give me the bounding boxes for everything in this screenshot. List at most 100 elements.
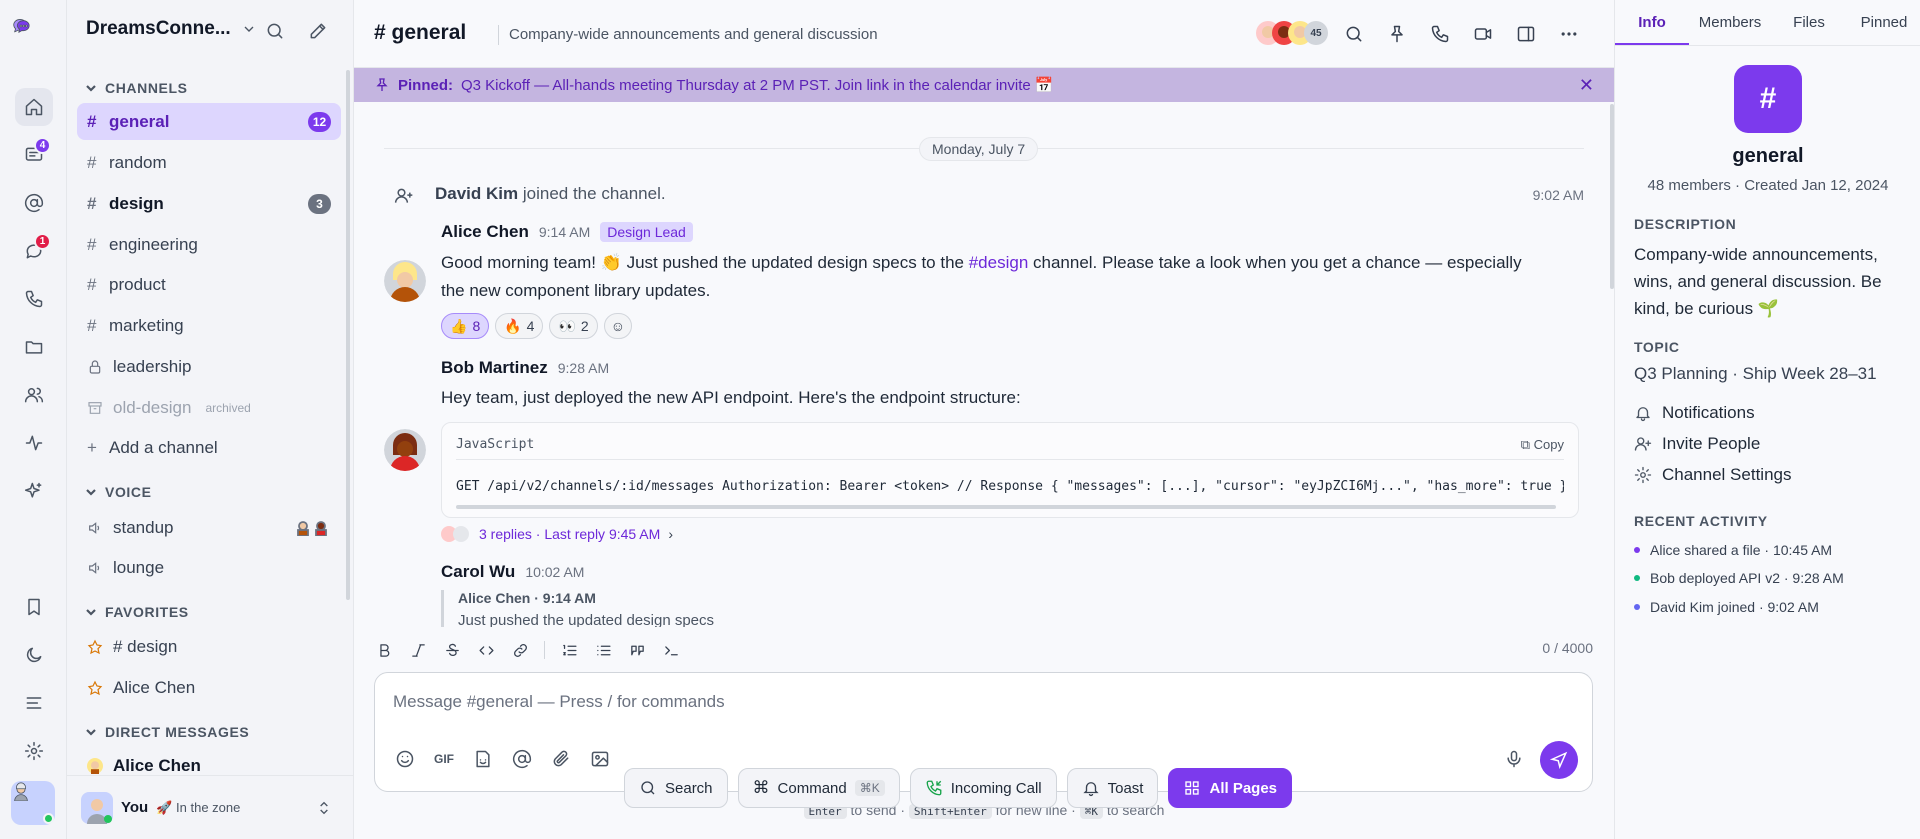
channel-design[interactable]: # design 3 <box>77 185 341 222</box>
channel-product[interactable]: # product <box>77 266 341 303</box>
channel-marketing[interactable]: # marketing <box>77 307 341 344</box>
emoji-icon[interactable] <box>393 747 417 771</box>
quote-icon[interactable] <box>627 640 647 660</box>
menu-lines-icon[interactable] <box>15 684 53 722</box>
channel-meta: 48 members · Created Jan 12, 2024 <box>1647 177 1889 194</box>
search-button[interactable]: Search <box>624 768 728 808</box>
user-status-bar[interactable]: You 🚀 In the zone <box>67 775 354 839</box>
video-icon[interactable] <box>1471 22 1495 46</box>
code-scrollbar[interactable] <box>456 505 1556 509</box>
search-icon[interactable] <box>263 19 287 43</box>
channel-settings-link[interactable]: Channel Settings <box>1634 465 1791 485</box>
quoted-message[interactable]: Alice Chen · 9:14 AM Just pushed the upd… <box>441 590 714 627</box>
bold-icon[interactable] <box>374 640 394 660</box>
add-channel-button[interactable]: + Add a channel <box>77 429 341 466</box>
system-user[interactable]: David Kim <box>435 184 518 203</box>
gif-button[interactable]: GIF <box>432 747 456 771</box>
dm-section-header[interactable]: DIRECT MESSAGES <box>85 724 249 740</box>
message-time: 10:02 AM <box>525 564 585 580</box>
code-content[interactable]: GET /api/v2/channels/:id/messages Author… <box>456 479 1564 494</box>
search-icon[interactable] <box>1342 22 1366 46</box>
channel-leadership[interactable]: leadership <box>77 348 341 385</box>
more-icon[interactable] <box>1557 22 1581 46</box>
avatar[interactable] <box>384 260 426 302</box>
bookmark-icon[interactable] <box>15 588 53 626</box>
invite-people-link[interactable]: Invite People <box>1634 434 1760 454</box>
tab-pinned[interactable]: Pinned <box>1847 0 1920 45</box>
message-list[interactable]: Monday, July 7 David Kim joined the chan… <box>354 102 1614 627</box>
favorite-design[interactable]: # design <box>77 628 341 665</box>
dm-icon[interactable]: 1 <box>15 232 53 270</box>
copy-button[interactable]: ⧉ Copy <box>1521 437 1564 453</box>
message-author[interactable]: Bob Martinez <box>441 358 548 378</box>
favorite-alice-chen[interactable]: Alice Chen <box>77 669 341 706</box>
attachment-icon[interactable] <box>549 747 573 771</box>
channel-old-design[interactable]: old-design archived <box>77 389 341 426</box>
composer-placeholder: Message #general — Press / for commands <box>393 692 725 711</box>
send-button[interactable] <box>1540 741 1578 779</box>
settings-icon <box>1634 466 1652 484</box>
moon-icon[interactable] <box>15 636 53 674</box>
add-reaction-icon[interactable]: ☺ <box>603 313 632 339</box>
avatar[interactable] <box>384 429 426 471</box>
activity-icon[interactable] <box>15 424 53 462</box>
expand-icon[interactable] <box>316 800 332 816</box>
bullet-list-icon[interactable] <box>593 640 613 660</box>
reaction-fire[interactable]: 🔥 4 <box>495 313 544 339</box>
ordered-list-icon[interactable] <box>559 640 579 660</box>
settings-icon[interactable] <box>15 732 53 770</box>
pinned-banner[interactable]: Pinned: Q3 Kickoff — All-hands meeting T… <box>354 68 1614 102</box>
all-pages-button[interactable]: All Pages <box>1168 768 1293 808</box>
channel-engineering[interactable]: # engineering <box>77 226 341 263</box>
user-avatar[interactable] <box>11 781 55 825</box>
sidebar-scrollbar[interactable] <box>346 70 350 600</box>
workspace-switcher[interactable]: DreamsConne... <box>86 18 257 40</box>
close-icon[interactable]: ✕ <box>1579 75 1594 96</box>
mention-icon[interactable] <box>510 747 534 771</box>
member-avatars[interactable]: 45 <box>1256 21 1328 45</box>
people-icon[interactable] <box>15 376 53 414</box>
toast-button[interactable]: Toast <box>1066 768 1159 808</box>
incoming-call-button[interactable]: Incoming Call <box>909 768 1057 808</box>
voice-standup[interactable]: standup <box>77 509 341 546</box>
image-icon[interactable] <box>588 747 612 771</box>
reaction-count: 8 <box>472 318 481 334</box>
channel-general[interactable]: # general 12 <box>77 103 341 140</box>
voice-section-header[interactable]: VOICE <box>85 484 152 500</box>
app-logo[interactable] <box>11 16 55 56</box>
channel-random[interactable]: # random <box>77 144 341 181</box>
terminal-icon[interactable] <box>661 640 681 660</box>
channels-section-header[interactable]: CHANNELS <box>85 80 188 96</box>
sticker-icon[interactable] <box>471 747 495 771</box>
pin-icon[interactable] <box>1385 22 1409 46</box>
strikethrough-icon[interactable] <box>442 640 462 660</box>
command-button[interactable]: ⌘ Command ⌘K <box>737 768 900 808</box>
thread-replies[interactable]: 3 replies · Last reply 9:45 AM › <box>441 526 673 542</box>
mention-icon[interactable] <box>15 184 53 222</box>
tab-files[interactable]: Files <box>1771 0 1847 45</box>
tab-info[interactable]: Info <box>1615 0 1689 45</box>
home-icon[interactable] <box>15 88 53 126</box>
tab-members[interactable]: Members <box>1689 0 1771 45</box>
italic-icon[interactable] <box>408 640 428 660</box>
compose-icon[interactable] <box>306 19 330 43</box>
phone-icon[interactable] <box>15 280 53 318</box>
voice-lounge[interactable]: lounge <box>77 549 341 586</box>
folder-icon[interactable] <box>15 328 53 366</box>
panel-toggle-icon[interactable] <box>1514 22 1538 46</box>
notifications-link[interactable]: Notifications <box>1634 403 1755 423</box>
reaction-thumbs-up[interactable]: 👍 8 <box>441 313 490 339</box>
microphone-icon[interactable] <box>1502 747 1526 771</box>
phone-icon[interactable] <box>1428 22 1452 46</box>
favorite-label: # design <box>113 636 178 656</box>
reaction-eyes[interactable]: 👀 2 <box>549 313 598 339</box>
chat-icon[interactable]: 4 <box>15 136 53 174</box>
message-author[interactable]: Carol Wu <box>441 562 515 582</box>
message-author[interactable]: Alice Chen <box>441 222 529 242</box>
sparkle-icon[interactable] <box>15 472 53 510</box>
favorites-section-header[interactable]: FAVORITES <box>85 604 189 620</box>
channel-link[interactable]: #design <box>969 253 1029 272</box>
message-header: Carol Wu 10:02 AM <box>441 562 584 582</box>
code-icon[interactable] <box>476 640 496 660</box>
link-icon[interactable] <box>510 640 530 660</box>
